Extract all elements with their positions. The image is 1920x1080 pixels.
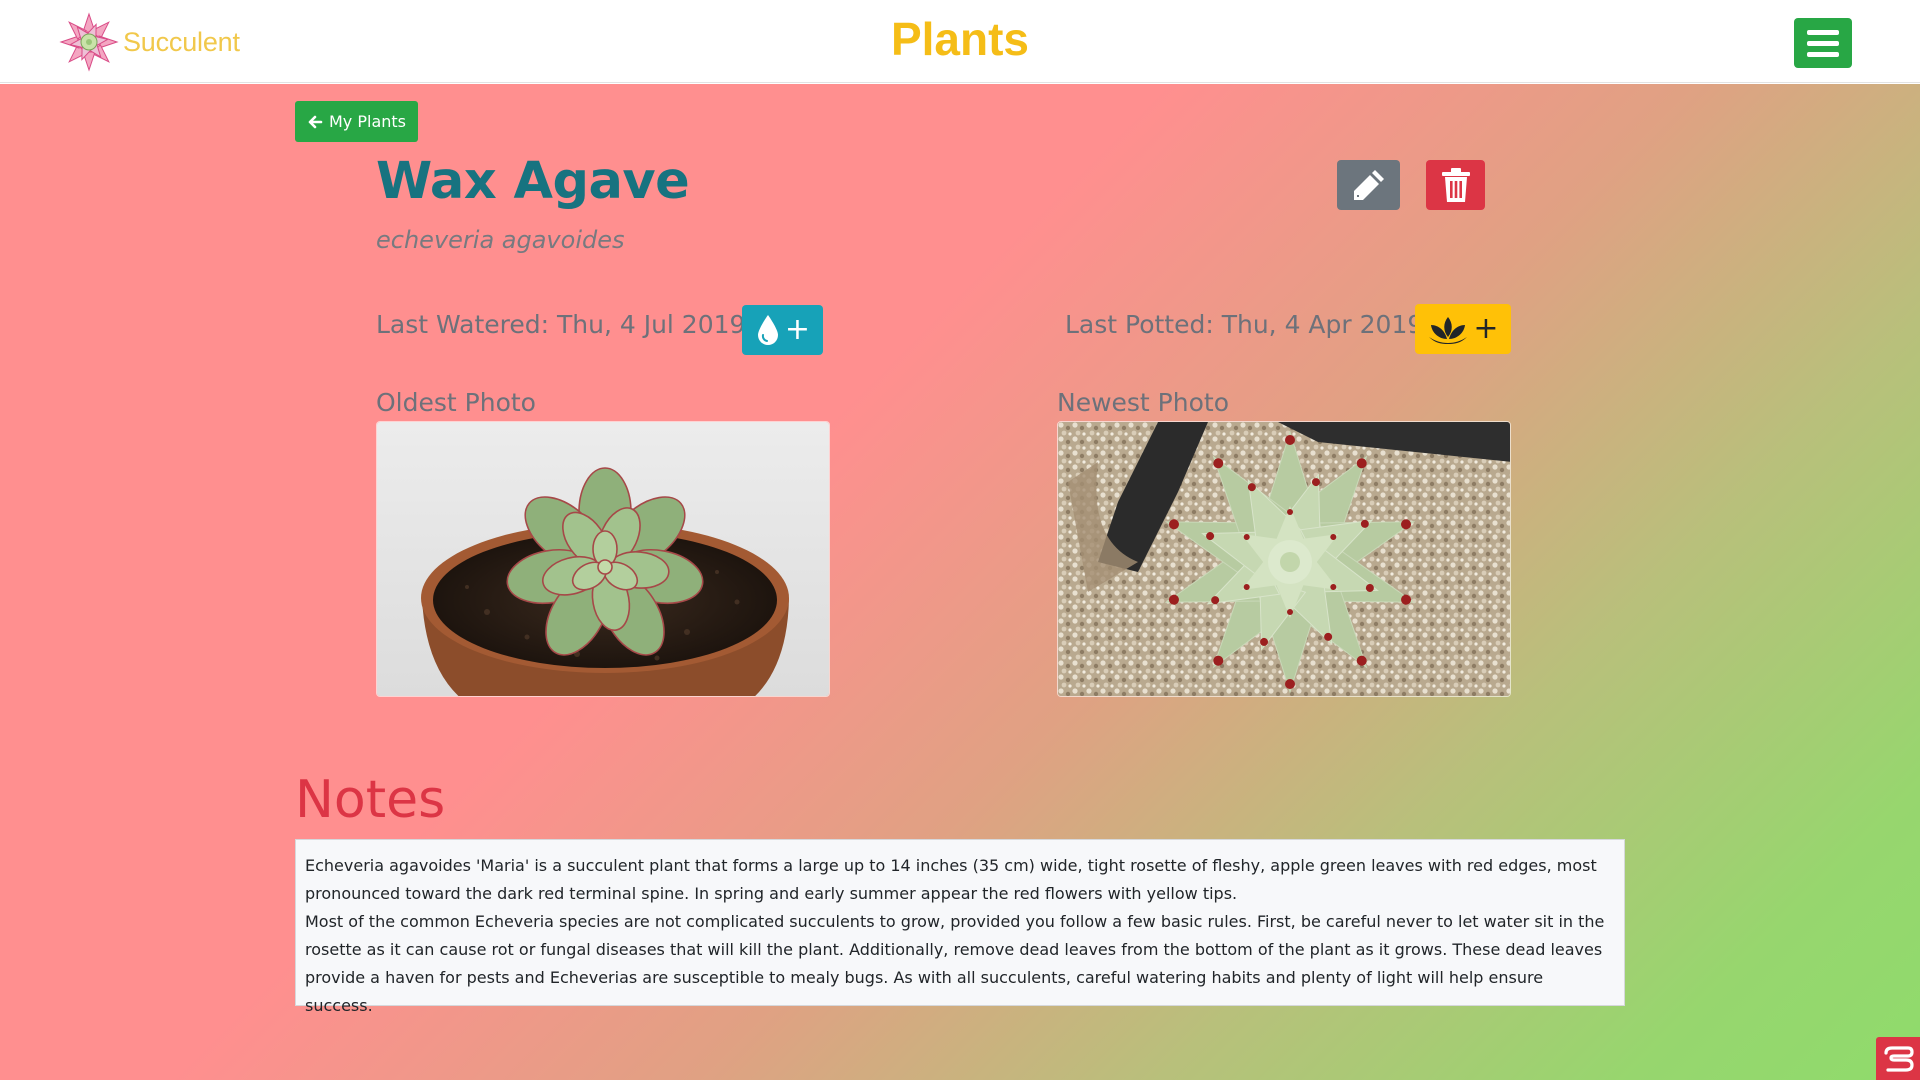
- chat-widget-button[interactable]: [1876, 1037, 1920, 1080]
- last-potted-label: Last Potted: Thu, 4 Apr 2019: [1065, 310, 1424, 339]
- navbar: Succulent Plants: [0, 0, 1920, 83]
- menu-toggle-button[interactable]: [1794, 18, 1852, 68]
- delete-plant-button[interactable]: [1426, 160, 1485, 210]
- trash-icon: [1441, 168, 1470, 202]
- newest-photo-label: Newest Photo: [1057, 388, 1229, 417]
- hamburger-icon-line: [1807, 51, 1839, 57]
- hamburger-icon-line: [1807, 40, 1839, 46]
- oldest-photo[interactable]: [376, 421, 830, 697]
- plus-icon: +: [784, 312, 811, 347]
- hamburger-icon: [1807, 29, 1839, 35]
- water-drop-icon: [757, 315, 778, 345]
- lotus-icon: [1429, 317, 1468, 344]
- plant-latin-name: echeveria agavoides: [376, 226, 625, 254]
- notes-paragraph: Most of the common Echeveria species are…: [305, 912, 1605, 1015]
- newest-plant-image: [1058, 422, 1510, 696]
- add-watering-button[interactable]: +: [742, 305, 823, 355]
- last-watered-label: Last Watered: Thu, 4 Jul 2019: [376, 310, 746, 339]
- plant-name: Wax Agave: [376, 152, 690, 211]
- newest-photo[interactable]: [1057, 421, 1511, 697]
- page-title: Plants: [890, 13, 1030, 65]
- back-to-my-plants-button[interactable]: My Plants: [295, 101, 418, 142]
- pencil-icon: [1353, 170, 1384, 200]
- edit-plant-button[interactable]: [1337, 160, 1400, 210]
- notes-paragraph: Echeveria agavoides 'Maria' is a succule…: [305, 856, 1597, 903]
- back-button-label: My Plants: [328, 112, 406, 131]
- add-repotting-button[interactable]: +: [1415, 304, 1511, 354]
- chat-logo-icon: [1884, 1045, 1914, 1072]
- oldest-plant-image: [377, 422, 829, 696]
- arrow-left-icon: [308, 115, 323, 128]
- oldest-photo-label: Oldest Photo: [376, 388, 536, 417]
- notes-box: Echeveria agavoides 'Maria' is a succule…: [295, 839, 1625, 1015]
- notes-heading: Notes: [295, 770, 446, 830]
- plus-icon: +: [1473, 311, 1499, 346]
